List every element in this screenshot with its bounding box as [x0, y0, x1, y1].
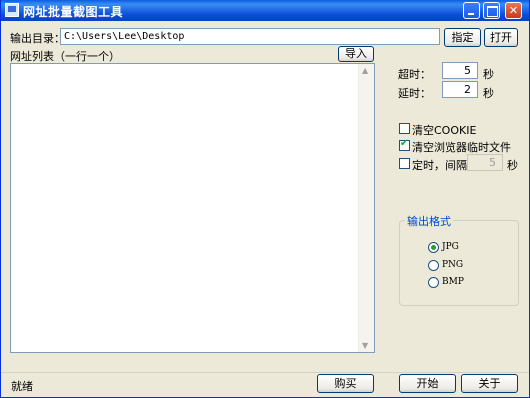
clear-temp-checkbox[interactable]	[399, 138, 410, 151]
scroll-down-icon[interactable]: ▼	[362, 341, 368, 350]
close-button[interactable]: ✕	[505, 2, 522, 19]
format-png-label: PNG	[442, 260, 464, 270]
window-title: 网址批量截图工具	[23, 5, 124, 19]
output-dir-input[interactable]: C:\Users\Lee\Desktop	[60, 28, 440, 45]
delay-label: 延时：	[398, 87, 431, 100]
about-button[interactable]: 关于	[461, 374, 518, 393]
maximize-button[interactable]	[483, 2, 500, 19]
delay-input[interactable]: 2	[442, 81, 478, 98]
format-bmp-label: BMP	[442, 277, 464, 287]
url-list-textarea[interactable]: ▲ ▼	[10, 63, 375, 353]
url-list-label: 网址列表（一行一个）	[10, 50, 120, 63]
output-format-title: 输出格式	[405, 213, 453, 229]
timeout-label: 超时：	[398, 68, 431, 81]
output-format-group: 输出格式 JPG PNG BMP	[399, 213, 519, 306]
timer-interval-input: 5	[467, 154, 503, 171]
timer-unit: 秒	[507, 159, 518, 172]
output-dir-label: 输出目录：	[10, 32, 65, 45]
clear-cookie-label: 清空COOKIE	[412, 124, 477, 137]
specify-button[interactable]: 指定	[444, 28, 481, 47]
scroll-up-icon[interactable]: ▲	[362, 66, 368, 75]
open-button[interactable]: 打开	[484, 28, 518, 47]
buy-button[interactable]: 购买	[317, 374, 374, 393]
format-bmp-radio[interactable]	[428, 277, 439, 288]
delay-unit: 秒	[483, 87, 494, 100]
format-jpg-label: JPG	[442, 242, 459, 252]
status-divider	[1, 372, 529, 373]
timer-checkbox[interactable]	[399, 158, 410, 169]
timeout-unit: 秒	[483, 68, 494, 81]
clear-cookie-checkbox[interactable]	[399, 123, 410, 134]
timeout-input[interactable]: 5	[442, 62, 478, 79]
url-list-scrollbar[interactable]: ▲ ▼	[358, 64, 374, 352]
timer-label: 定时，间隔	[412, 159, 467, 172]
format-png-radio[interactable]	[428, 260, 439, 271]
minimize-button[interactable]	[463, 2, 480, 19]
start-button[interactable]: 开始	[399, 374, 456, 393]
title-bar[interactable]: 网址批量截图工具 ✕	[1, 0, 529, 21]
main-window: 网址批量截图工具 ✕ 输出目录： C:\Users\Lee\Desktop 指定…	[0, 0, 530, 398]
status-text: 就绪	[11, 380, 33, 393]
app-icon	[5, 3, 19, 17]
format-jpg-radio[interactable]	[428, 242, 439, 253]
import-button[interactable]: 导入	[338, 46, 374, 62]
clear-temp-label: 清空浏览器临时文件	[412, 141, 511, 154]
